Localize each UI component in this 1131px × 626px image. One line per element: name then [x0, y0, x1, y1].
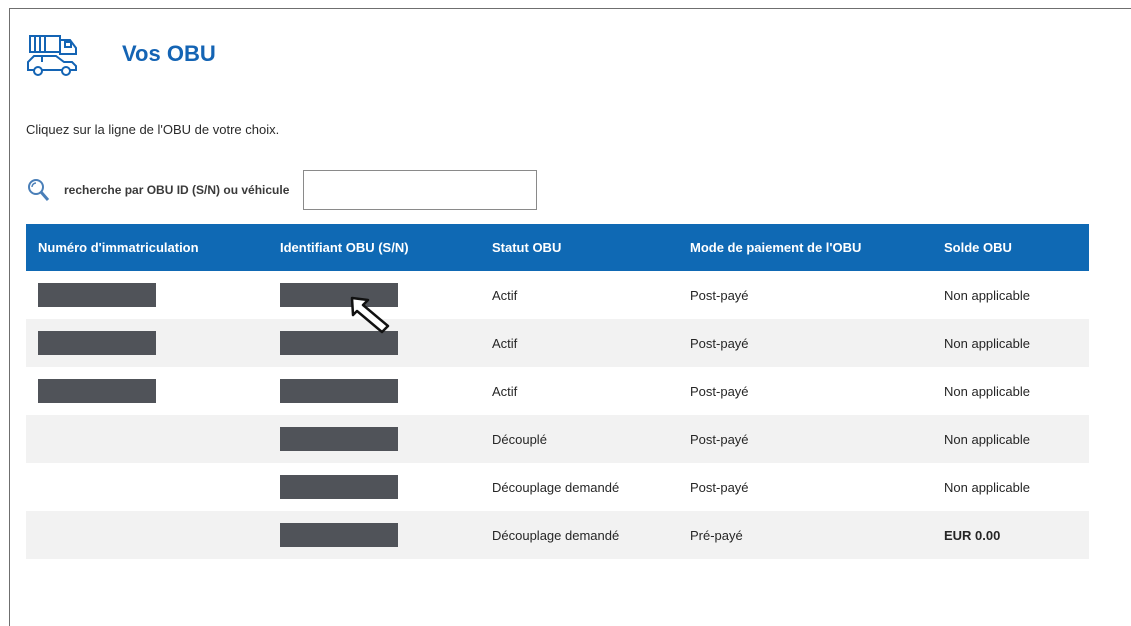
cell-status: Actif: [492, 287, 518, 303]
redacted-plate: [38, 331, 156, 355]
redacted-obu-id: [280, 379, 398, 403]
cell-plate: [26, 463, 268, 511]
cell-balance: Non applicable: [944, 335, 1031, 351]
cell-balance: EUR 0.00: [944, 527, 1001, 543]
redacted-obu-id: [280, 427, 398, 451]
redacted-obu-id: [280, 331, 398, 355]
cell-obu-id: [268, 319, 480, 367]
cell-payment: Post-payé: [690, 383, 749, 399]
search-row: recherche par OBU ID (S/N) ou véhicule: [26, 170, 538, 210]
cell-plate: [26, 367, 268, 415]
table-header-row: Numéro d'immatriculation Identifiant OBU…: [26, 224, 1089, 271]
redacted-obu-id: [280, 475, 398, 499]
cell-plate: [26, 511, 268, 559]
redacted-obu-id: [280, 283, 398, 307]
cell-balance: Non applicable: [944, 287, 1031, 303]
cell-payment: Post-payé: [690, 431, 749, 447]
instructions-text: Cliquez sur la ligne de l'OBU de votre c…: [26, 122, 280, 137]
redacted-plate: [38, 379, 156, 403]
column-header-obu-id[interactable]: Identifiant OBU (S/N): [268, 224, 480, 271]
search-icon: [28, 179, 50, 201]
redacted-obu-id: [280, 523, 398, 547]
cell-obu-id: [268, 271, 480, 319]
cell-plate: [26, 271, 268, 319]
cell-balance: Non applicable: [944, 479, 1031, 495]
column-header-balance[interactable]: Solde OBU: [932, 224, 1089, 271]
cell-obu-id: [268, 415, 480, 463]
cell-payment: Post-payé: [690, 335, 749, 351]
column-header-status[interactable]: Statut OBU: [480, 224, 678, 271]
search-label: recherche par OBU ID (S/N) ou véhicule: [64, 183, 290, 197]
table-row[interactable]: Actif Post-payé Non applicable: [26, 367, 1089, 415]
table-row[interactable]: Découplage demandé Post-payé Non applica…: [26, 463, 1089, 511]
cell-obu-id: [268, 463, 480, 511]
table-row[interactable]: Découplé Post-payé Non applicable: [26, 415, 1089, 463]
cell-payment: Pré-payé: [690, 527, 743, 543]
cell-balance: Non applicable: [944, 431, 1031, 447]
cell-plate: [26, 415, 268, 463]
cell-payment: Post-payé: [690, 479, 749, 495]
column-header-plate[interactable]: Numéro d'immatriculation: [26, 224, 268, 271]
table-row[interactable]: Actif Post-payé Non applicable: [26, 271, 1089, 319]
column-header-payment[interactable]: Mode de paiement de l'OBU: [678, 224, 932, 271]
cell-status: Découplage demandé: [492, 479, 620, 495]
page-title: Vos OBU: [122, 41, 216, 66]
cell-balance: Non applicable: [944, 383, 1031, 399]
search-input[interactable]: [303, 170, 538, 210]
page-header: Vos OBU: [24, 30, 216, 78]
truck-car-icon: [27, 35, 77, 76]
cell-status: Découplage demandé: [492, 527, 620, 543]
table-row[interactable]: Découplage demandé Pré-payé EUR 0.00: [26, 511, 1089, 559]
cell-payment: Post-payé: [690, 287, 749, 303]
cell-obu-id: [268, 367, 480, 415]
obu-table: Numéro d'immatriculation Identifiant OBU…: [26, 224, 1089, 559]
cell-status: Actif: [492, 383, 518, 399]
cell-plate: [26, 319, 268, 367]
cell-obu-id: [268, 511, 480, 559]
cell-status: Actif: [492, 335, 518, 351]
table-row[interactable]: Actif Post-payé Non applicable: [26, 319, 1089, 367]
redacted-plate: [38, 283, 156, 307]
cell-status: Découplé: [492, 431, 547, 447]
